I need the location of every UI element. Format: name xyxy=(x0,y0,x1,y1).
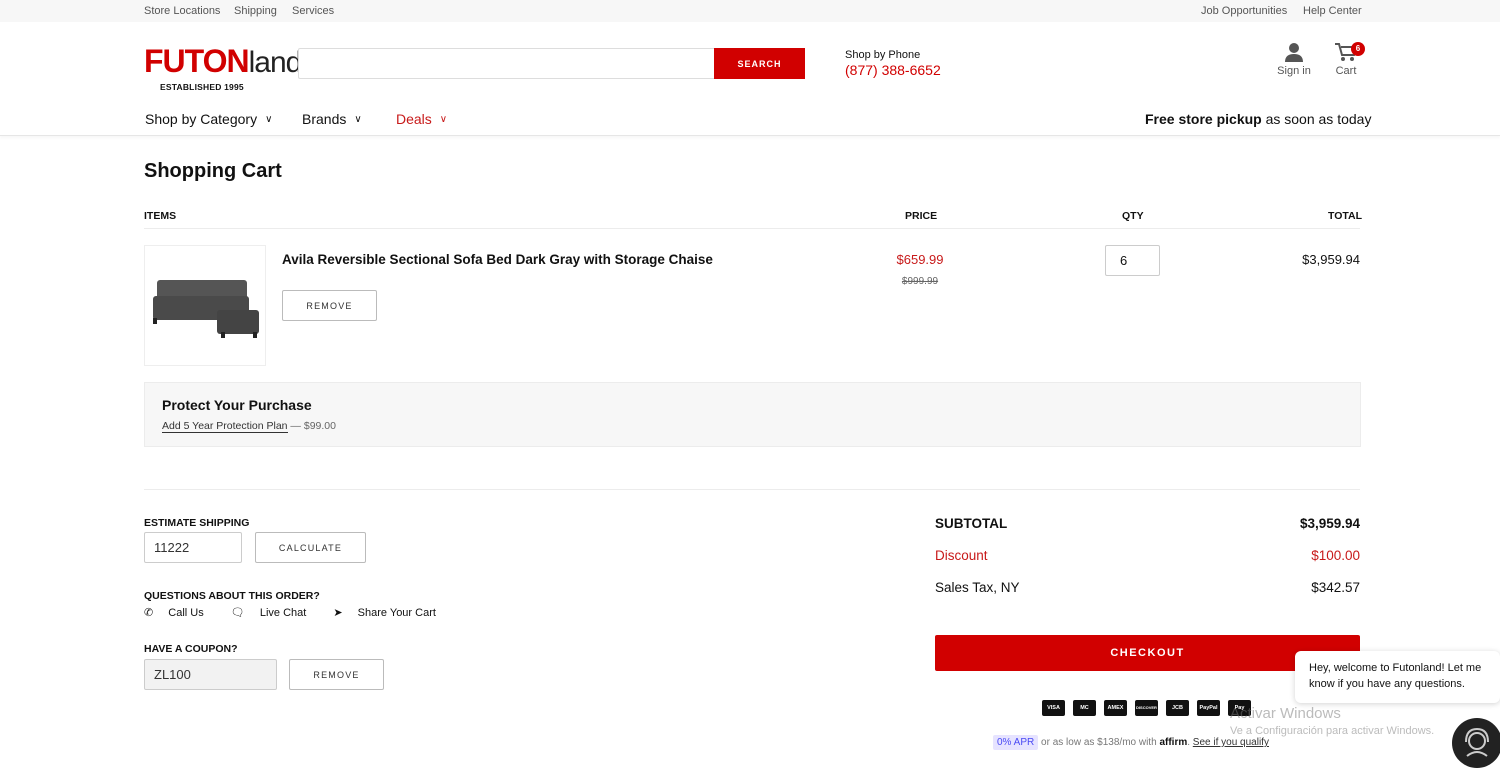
store-locations-link[interactable]: Store Locations xyxy=(144,5,220,17)
cart-label: Cart xyxy=(1335,65,1357,77)
calculate-shipping-button[interactable]: CALCULATE xyxy=(255,532,366,563)
coupon-code-input[interactable]: ZL100 xyxy=(144,659,277,690)
item-total: $3,959.94 xyxy=(1302,252,1360,267)
chat-icon: 🗨 xyxy=(230,607,245,619)
search-input[interactable] xyxy=(298,48,714,79)
sofa-image xyxy=(153,280,259,338)
see-if-qualify-link[interactable]: See if you qualify xyxy=(1193,737,1269,748)
protect-purchase-panel: Protect Your Purchase Add 5 Year Protect… xyxy=(144,382,1361,447)
shop-by-phone-label: Shop by Phone xyxy=(845,49,921,61)
affirm-logo: affirm xyxy=(1159,737,1188,748)
paypal-icon: PayPal xyxy=(1197,700,1220,716)
divider xyxy=(144,489,1360,490)
help-center-link[interactable]: Help Center xyxy=(1303,5,1362,17)
page-title: Shopping Cart xyxy=(144,160,282,182)
sign-in-label: Sign in xyxy=(1277,65,1311,77)
futonland-logo[interactable]: FUTONland ESTABLISHED 1995 xyxy=(144,44,302,94)
protection-plan-offer: Add 5 Year Protection Plan — $99.00 xyxy=(162,420,336,433)
add-protection-plan-link[interactable]: Add 5 Year Protection Plan xyxy=(162,420,288,433)
chevron-down-icon: ∨ xyxy=(354,114,362,125)
support-agent-icon xyxy=(1465,727,1489,757)
header-price: PRICE xyxy=(905,210,938,222)
cart-count-badge: 6 xyxy=(1351,42,1365,56)
user-icon xyxy=(1285,43,1303,62)
site-header: FUTONland ESTABLISHED 1995 SEARCH Shop b… xyxy=(0,22,1500,136)
remove-coupon-button[interactable]: REMOVE xyxy=(289,659,384,690)
visa-icon: VISA xyxy=(1042,700,1065,716)
discover-icon: DISCOVER xyxy=(1135,700,1158,716)
product-name-link[interactable]: Avila Reversible Sectional Sofa Bed Dark… xyxy=(282,252,713,267)
coupon-label: HAVE A COUPON? xyxy=(144,643,238,655)
estimate-shipping-label: ESTIMATE SHIPPING xyxy=(144,517,250,529)
mastercard-icon: MC xyxy=(1073,700,1096,716)
protect-title: Protect Your Purchase xyxy=(162,397,312,413)
quantity-input[interactable]: 6 xyxy=(1105,245,1160,276)
phone-icon: ✆ xyxy=(144,607,154,619)
item-original-price: $999.99 xyxy=(901,276,939,287)
questions-links: ✆ Call Us 🗨 Live Chat ➤ Share Your Cart xyxy=(144,606,460,619)
header-qty: QTY xyxy=(1122,210,1144,222)
search-button[interactable]: SEARCH xyxy=(714,48,805,79)
zip-code-input[interactable]: 11222 xyxy=(144,532,242,563)
nav-deals[interactable]: Deals ∨ xyxy=(396,111,447,127)
send-icon: ➤ xyxy=(333,607,343,619)
header-total: TOTAL xyxy=(1328,210,1363,222)
jcb-icon: JCB xyxy=(1166,700,1189,716)
apr-badge: 0% APR xyxy=(993,735,1039,750)
sales-tax-row: Sales Tax, NY $342.57 xyxy=(935,580,1360,595)
services-link[interactable]: Services xyxy=(292,5,334,17)
item-price: $659.99 xyxy=(896,252,944,267)
nav-brands[interactable]: Brands ∨ xyxy=(302,111,362,127)
activation-watermark-sub: Ve a Configuración para activar Windows. xyxy=(1230,725,1435,737)
established-tagline: ESTABLISHED 1995 xyxy=(160,82,244,92)
remove-item-button[interactable]: REMOVE xyxy=(282,290,377,321)
chevron-down-icon: ∨ xyxy=(439,114,448,125)
top-utility-bar: Store Locations Shipping Services Job Op… xyxy=(0,0,1500,22)
phone-number-link[interactable]: (877) 388-6652 xyxy=(845,62,941,78)
free-store-pickup-note: Free store pickup as soon as today xyxy=(1145,111,1372,127)
live-chat-link[interactable]: 🗨 Live Chat xyxy=(231,607,319,619)
header-items: ITEMS xyxy=(144,210,177,222)
shipping-link[interactable]: Shipping xyxy=(234,5,277,17)
divider xyxy=(144,228,1360,229)
nav-shop-by-category[interactable]: Shop by Category ∨ xyxy=(145,111,272,127)
chat-launcher-button[interactable] xyxy=(1452,718,1500,768)
call-us-link[interactable]: ✆ Call Us xyxy=(144,607,216,619)
amex-icon: AMEX xyxy=(1104,700,1127,716)
subtotal-row: SUBTOTAL $3,959.94 xyxy=(935,516,1360,531)
affirm-financing: 0% APR or as low as $138/mo with affirm.… xyxy=(993,735,1269,750)
questions-label: QUESTIONS ABOUT THIS ORDER? xyxy=(144,590,320,602)
activation-watermark: Activar Windows xyxy=(1230,705,1341,722)
product-thumbnail[interactable] xyxy=(144,245,266,366)
discount-row: Discount $100.00 xyxy=(935,548,1360,563)
share-cart-link[interactable]: ➤ Share Your Cart xyxy=(333,607,448,619)
cart-button[interactable]: 6 Cart xyxy=(1330,42,1365,77)
chat-welcome-bubble[interactable]: Hey, welcome to Futonland! Let me know i… xyxy=(1295,651,1500,703)
chevron-down-icon: ∨ xyxy=(265,114,273,125)
sign-in-button[interactable]: Sign in xyxy=(1272,42,1316,77)
job-opportunities-link[interactable]: Job Opportunities xyxy=(1201,5,1287,17)
